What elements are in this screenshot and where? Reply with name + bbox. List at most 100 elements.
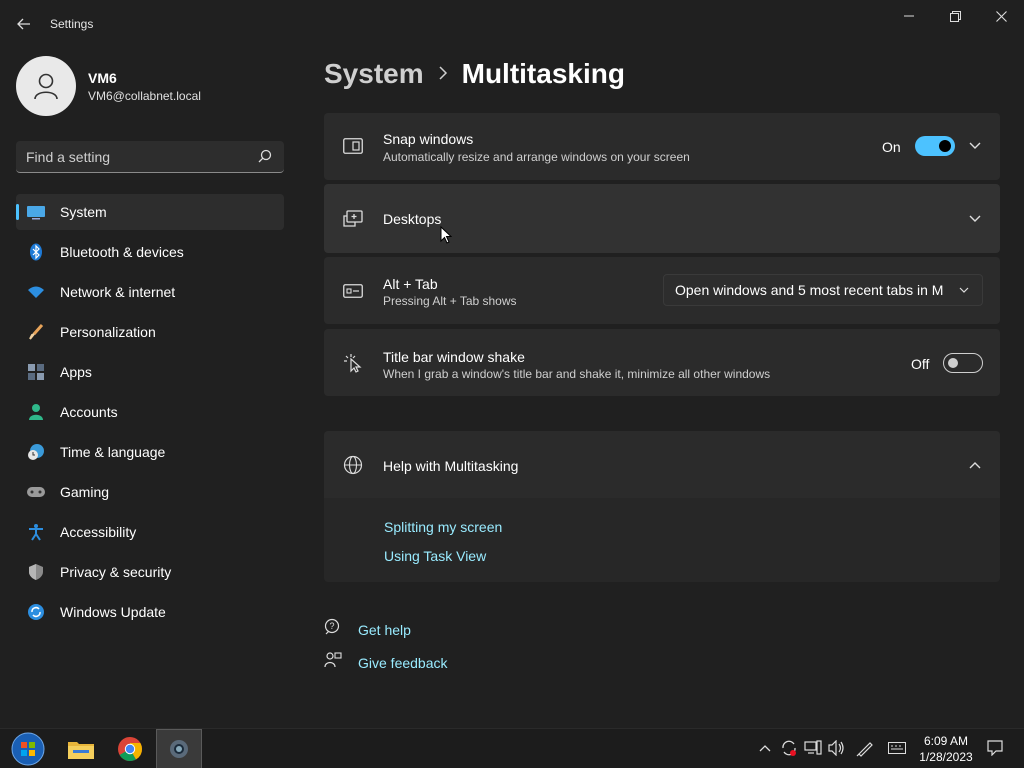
windows-orb-icon: [11, 732, 45, 766]
give-feedback-link[interactable]: Give feedback: [324, 651, 448, 674]
alt-tab-dropdown[interactable]: Open windows and 5 most recent tabs in M: [663, 274, 983, 306]
alt-tab-card: Alt + Tab Pressing Alt + Tab shows Open …: [324, 257, 1000, 324]
accessibility-icon: [26, 522, 46, 542]
sidebar-item-privacy[interactable]: Privacy & security: [16, 554, 284, 590]
back-arrow-icon: [17, 18, 30, 30]
mouse-cursor-icon: [440, 225, 453, 249]
taskbar: 6:09 AM 1/28/2023: [0, 728, 1024, 768]
sidebar-item-label: Accessibility: [60, 524, 137, 540]
help-chat-icon: ?: [324, 618, 342, 641]
title-bar-shake-state-label: Off: [911, 356, 930, 372]
settings-taskbar-button[interactable]: [156, 729, 202, 768]
bluetooth-icon: [26, 242, 46, 262]
chrome-button[interactable]: [107, 729, 153, 768]
update-icon: [26, 602, 46, 622]
search-icon[interactable]: [258, 149, 274, 165]
sidebar-item-apps[interactable]: Apps: [16, 354, 284, 390]
sidebar-item-label: System: [60, 204, 107, 220]
snap-windows-description: Automatically resize and arrange windows…: [383, 150, 690, 164]
help-link-splitting-screen[interactable]: Splitting my screen: [384, 519, 502, 535]
system-icon: [26, 202, 46, 222]
folder-icon: [68, 742, 94, 759]
snap-windows-title: Snap windows: [383, 131, 474, 147]
search-input[interactable]: [26, 148, 258, 165]
sidebar-item-bluetooth[interactable]: Bluetooth & devices: [16, 234, 284, 270]
sidebar-item-gaming[interactable]: Gaming: [16, 474, 284, 510]
clock-globe-icon: [26, 442, 46, 462]
sync-alert-icon[interactable]: [780, 739, 798, 757]
apps-icon: [26, 362, 46, 382]
title-bar: Settings: [0, 0, 1024, 48]
volume-icon[interactable]: [828, 739, 846, 757]
virtual-desktop-icon: [342, 208, 364, 230]
person-icon: [26, 402, 46, 422]
sidebar-item-accessibility[interactable]: Accessibility: [16, 514, 284, 550]
shake-cursor-icon: [342, 352, 364, 374]
get-help-label: Get help: [358, 621, 411, 638]
sidebar-item-accounts[interactable]: Accounts: [16, 394, 284, 430]
avatar: [16, 56, 76, 116]
help-link-task-view[interactable]: Using Task View: [384, 548, 486, 564]
sidebar-item-label: Apps: [60, 364, 92, 380]
restore-icon: [949, 10, 961, 22]
wifi-icon: [26, 282, 46, 302]
person-icon: [34, 73, 58, 100]
sidebar-nav: System Bluetooth & devices Network & int…: [16, 194, 284, 634]
desktops-title: Desktops: [383, 211, 442, 227]
restore-button[interactable]: [932, 4, 978, 28]
minimize-button[interactable]: [886, 4, 932, 28]
minimize-icon: [904, 15, 914, 17]
chevron-up-icon[interactable]: [967, 457, 983, 473]
sidebar-item-label: Network & internet: [60, 284, 176, 300]
alt-tab-title: Alt + Tab: [383, 276, 438, 292]
sidebar-item-network[interactable]: Network & internet: [16, 274, 284, 310]
gamepad-icon: [26, 482, 46, 502]
sidebar-item-personalization[interactable]: Personalization: [16, 314, 284, 350]
network-icon[interactable]: [804, 739, 822, 757]
clock[interactable]: 6:09 AM 1/28/2023: [914, 733, 978, 765]
breadcrumb-parent[interactable]: System: [324, 58, 424, 90]
snap-windows-toggle[interactable]: [915, 136, 955, 156]
sidebar-item-windows-update[interactable]: Windows Update: [16, 594, 284, 630]
desktops-card[interactable]: Desktops: [324, 184, 1000, 253]
title-bar-shake-toggle[interactable]: [943, 353, 983, 373]
help-card-body: Splitting my screen Using Task View: [324, 498, 1000, 582]
give-feedback-label: Give feedback: [358, 654, 448, 671]
sidebar-item-label: Windows Update: [60, 604, 166, 620]
pen-icon[interactable]: [856, 739, 874, 757]
chevron-up-icon[interactable]: [756, 739, 774, 757]
help-card-header[interactable]: Help with Multitasking: [324, 431, 1000, 498]
user-profile[interactable]: VM6 VM6@collabnet.local: [16, 56, 201, 116]
keyboard-icon[interactable]: [888, 739, 906, 757]
close-icon: [995, 10, 1007, 22]
sidebar-item-label: Personalization: [60, 324, 156, 340]
sidebar-item-label: Accounts: [60, 404, 118, 420]
app-title: Settings: [50, 17, 94, 31]
settings-gear-icon: [170, 740, 188, 758]
sidebar-item-system[interactable]: System: [16, 194, 284, 230]
start-button[interactable]: [5, 729, 51, 768]
svg-text:?: ?: [330, 621, 335, 631]
file-explorer-button[interactable]: [58, 729, 104, 768]
alt-tab-selected-value: Open windows and 5 most recent tabs in M: [675, 282, 944, 298]
alt-tab-description: Pressing Alt + Tab shows: [383, 294, 517, 308]
close-button[interactable]: [978, 4, 1024, 28]
sidebar-item-time-language[interactable]: Time & language: [16, 434, 284, 470]
chevron-down-icon[interactable]: [967, 211, 983, 227]
user-email: VM6@collabnet.local: [88, 88, 201, 103]
title-bar-shake-title: Title bar window shake: [383, 349, 525, 365]
feedback-icon: [324, 651, 342, 674]
chevron-down-icon[interactable]: [967, 138, 983, 154]
snap-windows-card[interactable]: Snap windows Automatically resize and ar…: [324, 113, 1000, 180]
back-button[interactable]: [10, 12, 38, 36]
get-help-link[interactable]: ? Get help: [324, 618, 411, 641]
clock-time: 6:09 AM: [923, 734, 969, 748]
title-bar-shake-description: When I grab a window's title bar and sha…: [383, 367, 771, 381]
clock-date: 1/28/2023: [919, 750, 973, 764]
notification-icon[interactable]: [986, 739, 1004, 757]
globe-help-icon: [342, 454, 364, 476]
page-title: Multitasking: [461, 58, 625, 89]
sidebar-item-label: Gaming: [60, 484, 110, 500]
snap-windows-state-label: On: [882, 139, 901, 155]
search-box[interactable]: [16, 141, 284, 173]
